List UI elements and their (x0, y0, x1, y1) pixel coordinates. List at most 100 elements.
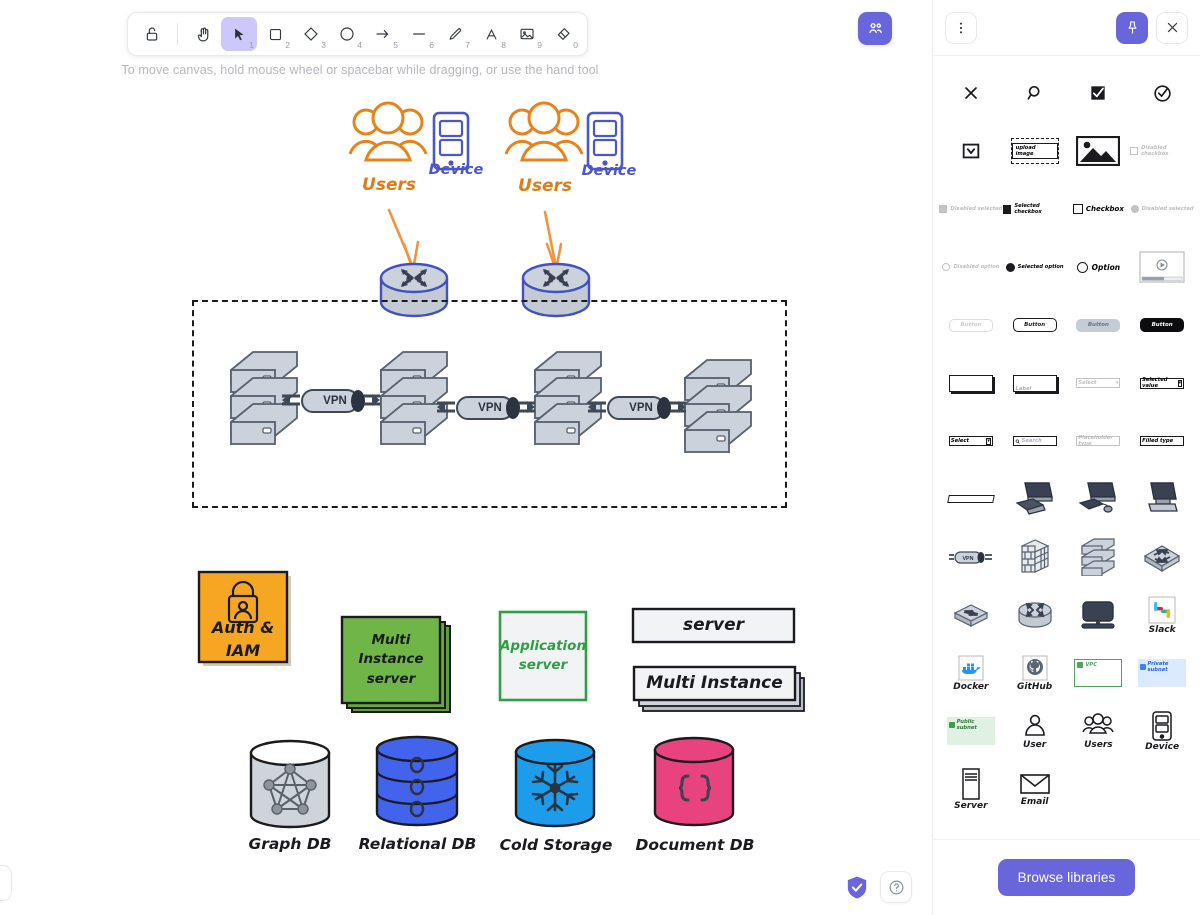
lib-slack[interactable]: Slack (1130, 586, 1194, 644)
lib-cross[interactable] (939, 64, 1003, 122)
lib-button-solid[interactable]: Button (1130, 296, 1194, 354)
lib-public-subnet[interactable]: Public subnet (939, 702, 1003, 760)
card-multi-instance-server-shape (340, 615, 451, 713)
outline-button-mock: Button (1012, 318, 1057, 332)
label-device-1[interactable]: Device (423, 162, 489, 178)
label-document-db[interactable]: Document DB (627, 836, 763, 854)
label-relational-db[interactable]: Relational DB (347, 835, 488, 853)
lib-select[interactable]: Selected value ▾ (1130, 354, 1194, 412)
lib-image[interactable] (1067, 122, 1131, 180)
bottom-left-panel-edge[interactable] (0, 865, 12, 901)
lib-checkbox-label: Checkbox (1085, 205, 1124, 213)
lib-search-field[interactable]: Search (1003, 412, 1067, 470)
lib-input-bar[interactable] (939, 470, 1003, 528)
tool-diamond[interactable]: 3 (293, 17, 329, 51)
radio-filled-glyph (1005, 262, 1015, 272)
encryption-shield-icon[interactable] (846, 875, 868, 900)
panel-pin-button[interactable] (1116, 11, 1148, 44)
lib-user[interactable]: User (1003, 702, 1067, 760)
tool-ellipse[interactable]: 4 (329, 17, 365, 51)
label-graph-db[interactable]: Graph DB (230, 835, 350, 853)
label-users-2[interactable]: Users (505, 176, 585, 196)
unlock-badge-icon (948, 722, 955, 728)
lib-users[interactable]: Users (1067, 702, 1131, 760)
checked-checkbox-icon (1091, 86, 1106, 100)
tool-image[interactable]: 9 (509, 17, 545, 51)
lib-device-label: Device (1145, 741, 1180, 752)
tool-text[interactable]: 8 (473, 17, 509, 51)
lock-icon[interactable] (134, 17, 170, 51)
label-device-2[interactable]: Device (576, 163, 642, 179)
lib-server[interactable]: Server (939, 760, 1003, 818)
lib-upload-image[interactable]: upload image (1003, 122, 1067, 180)
lib-disabled-sel-radio-label: Disabled selected (1141, 206, 1194, 212)
lib-network-switch[interactable] (1130, 528, 1194, 586)
lib-github[interactable]: GitHub (1003, 644, 1067, 702)
panel-close-button[interactable] (1156, 11, 1188, 44)
library-panel-footer: Browse libraries (933, 839, 1200, 915)
label-cold-storage[interactable]: Cold Storage (492, 836, 620, 854)
lib-disabled-option[interactable]: Disabled option (939, 238, 1003, 296)
tool-rectangle[interactable]: 2 (257, 17, 293, 51)
lib-textarea-label[interactable]: Label (1003, 354, 1067, 412)
lib-select-dim[interactable]: Select ▾ (1067, 354, 1131, 412)
lib-button-ghost[interactable]: Button (939, 296, 1003, 354)
private-subnet-box: Private subnet (1138, 659, 1187, 687)
library-items-scroll[interactable]: upload image Disabled checkbox Disabled … (933, 56, 1200, 839)
drawing-canvas[interactable]: Users Device Users Device VPN VPN VPN Au… (0, 0, 932, 915)
lib-button-muted-label: Button (1087, 322, 1109, 328)
tool-line[interactable]: 6 (401, 17, 437, 51)
lib-vpc[interactable]: VPC (1067, 644, 1131, 702)
lib-firewall[interactable] (1003, 528, 1067, 586)
label-users-1[interactable]: Users (349, 175, 429, 195)
tool-eraser[interactable]: 0 (545, 17, 581, 51)
lib-disabled-selected[interactable]: Disabled selected (939, 180, 1003, 238)
lib-placeholder-field[interactable]: Placeholder type (1067, 412, 1131, 470)
lib-button-muted[interactable]: Button (1067, 296, 1131, 354)
tool-draw[interactable]: 7 (437, 17, 473, 51)
help-button[interactable] (880, 871, 912, 903)
tool-arrow[interactable]: 5 (365, 17, 401, 51)
lib-button-outline[interactable]: Button (1003, 296, 1067, 354)
lib-magnifier[interactable] (1003, 64, 1067, 122)
lib-check-circle[interactable] (1130, 64, 1194, 122)
question-mark-icon (889, 880, 903, 894)
label-vpn-2: VPN (478, 402, 502, 414)
lib-private-subnet[interactable]: Private subnet (1130, 644, 1194, 702)
lib-option[interactable]: Option (1067, 238, 1131, 296)
tool-hand[interactable] (185, 17, 221, 51)
lib-desktop-tower[interactable] (1130, 470, 1194, 528)
card-server-shape (631, 607, 796, 644)
lib-disabled-checkbox[interactable]: Disabled checkbox (1130, 122, 1194, 180)
lib-workstation[interactable] (1003, 470, 1067, 528)
lib-email[interactable]: Email (1003, 760, 1067, 818)
tool-selection[interactable]: 1 (221, 17, 257, 51)
github-icon (1022, 655, 1048, 680)
tool-diamond-number: 3 (321, 39, 326, 50)
lib-checkbox[interactable]: Checkbox (1067, 180, 1131, 238)
share-collaborators-button[interactable] (858, 12, 892, 45)
browse-libraries-button[interactable]: Browse libraries (997, 859, 1136, 896)
lib-checked-box[interactable] (1067, 64, 1131, 122)
lib-select-small[interactable]: Select ▾ (939, 412, 1003, 470)
monitor-icon (1081, 601, 1115, 629)
lib-workstation-mouse[interactable] (1067, 470, 1131, 528)
lib-video-player[interactable] (1130, 238, 1194, 296)
lib-dropdown[interactable] (939, 122, 1003, 180)
lib-disabled-sel-radio[interactable]: Disabled selected (1130, 180, 1194, 238)
lib-vpn[interactable]: VPN (939, 528, 1003, 586)
lib-filled-field[interactable]: Filled type (1130, 412, 1194, 470)
lib-monitor[interactable] (1067, 586, 1131, 644)
lock-badge-icon (1140, 664, 1146, 670)
lib-selected-checkbox[interactable]: Selected checkbox (1002, 180, 1067, 238)
tool-toolbar[interactable]: 1 2 3 4 5 6 7 8 9 0 (127, 12, 588, 56)
lib-server-rack[interactable] (1067, 528, 1131, 586)
panel-more-options-button[interactable] (945, 11, 977, 44)
lib-textarea[interactable] (939, 354, 1003, 412)
arrow-users1-router1 (387, 208, 420, 274)
lib-device[interactable]: Device (1130, 702, 1194, 760)
lib-switch[interactable] (939, 586, 1003, 644)
lib-router[interactable] (1003, 586, 1067, 644)
lib-selected-option[interactable]: Selected option (1003, 238, 1067, 296)
lib-docker[interactable]: Docker (939, 644, 1003, 702)
